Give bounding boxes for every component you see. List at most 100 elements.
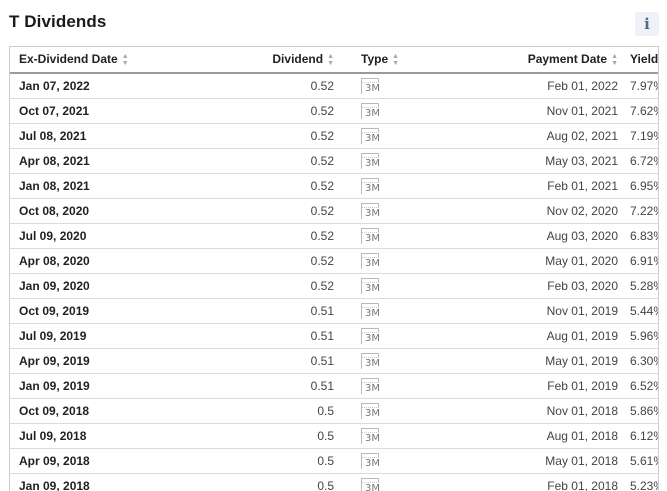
calendar-icon-side — [361, 282, 362, 294]
cell-payment-date: Aug 02, 2021 — [461, 124, 630, 149]
table-row: Jan 08, 20210.523MFeb 01, 20216.95% — [10, 174, 658, 199]
calendar-icon: 3M — [361, 228, 381, 245]
calendar-icon: 3M — [361, 103, 381, 120]
cell-ex-dividend-date: Jul 09, 2020 — [10, 224, 191, 249]
cell-dividend: 0.5 — [191, 399, 346, 424]
calendar-icon-side — [361, 382, 362, 394]
cell-payment-date: Aug 03, 2020 — [461, 224, 630, 249]
type-label: 3M — [365, 233, 380, 244]
column-header-dividend[interactable]: Dividend▲▼ — [191, 47, 346, 73]
column-header-type[interactable]: Type▲▼ — [346, 47, 461, 73]
cell-dividend: 0.5 — [191, 424, 346, 449]
cell-yield: 6.95% — [630, 174, 658, 199]
cell-payment-date: Nov 02, 2020 — [461, 199, 630, 224]
table-body: Jan 07, 20220.523MFeb 01, 20227.97%Oct 0… — [10, 73, 658, 491]
table-row: Oct 09, 20180.53MNov 01, 20185.86% — [10, 399, 658, 424]
cell-dividend: 0.51 — [191, 299, 346, 324]
sort-icon[interactable]: ▲▼ — [327, 53, 334, 67]
cell-yield: 7.97% — [630, 73, 658, 99]
type-label: 3M — [365, 183, 380, 194]
info-icon[interactable]: i — [635, 12, 659, 36]
cell-yield: 5.28% — [630, 274, 658, 299]
type-label: 3M — [365, 383, 380, 394]
page-title: T Dividends — [9, 12, 106, 32]
calendar-icon: 3M — [361, 253, 381, 270]
cell-payment-date: Feb 01, 2022 — [461, 73, 630, 99]
table-row: Apr 09, 20180.53MMay 01, 20185.61% — [10, 449, 658, 474]
calendar-icon: 3M — [361, 378, 381, 395]
cell-yield: 5.23% — [630, 474, 658, 491]
column-header-yield[interactable]: Yield▲▼ — [630, 47, 658, 73]
cell-type: 3M — [346, 149, 461, 174]
cell-dividend: 0.52 — [191, 199, 346, 224]
cell-ex-dividend-date: Apr 09, 2019 — [10, 349, 191, 374]
column-header-ex-dividend-date[interactable]: Ex-Dividend Date ▲▼ — [10, 47, 191, 73]
column-header-label: Payment Date — [528, 52, 607, 66]
calendar-icon: 3M — [361, 403, 381, 420]
cell-dividend: 0.52 — [191, 224, 346, 249]
calendar-icon: 3M — [361, 303, 381, 320]
dividends-table-container: Ex-Dividend Date ▲▼ Dividend▲▼ Type▲▼ Pay… — [9, 46, 659, 491]
cell-ex-dividend-date: Oct 07, 2021 — [10, 99, 191, 124]
sort-icon[interactable]: ▲▼ — [611, 53, 618, 67]
cell-dividend: 0.51 — [191, 349, 346, 374]
calendar-icon-side — [361, 107, 362, 119]
calendar-icon: 3M — [361, 203, 381, 220]
calendar-icon-side — [361, 182, 362, 194]
cell-payment-date: May 01, 2018 — [461, 449, 630, 474]
column-header-label: Yield — [630, 52, 658, 66]
cell-yield: 6.72% — [630, 149, 658, 174]
calendar-icon: 3M — [361, 428, 381, 445]
cell-type: 3M — [346, 299, 461, 324]
cell-payment-date: May 03, 2021 — [461, 149, 630, 174]
cell-payment-date: May 01, 2020 — [461, 249, 630, 274]
calendar-icon: 3M — [361, 78, 381, 95]
table-row: Jan 09, 20180.5 3M Feb 01, 20185.23% — [10, 474, 658, 491]
cell-payment-date: Feb 01, 2018 — [461, 474, 630, 491]
cell-yield: 6.30% — [630, 349, 658, 374]
cell-yield: 7.22% — [630, 199, 658, 224]
type-label: 3M — [365, 358, 380, 369]
table-row: Jul 09, 20200.52 3M Aug 03, 20206.83% — [10, 224, 658, 249]
table-row: Apr 08, 20210.523MMay 03, 20216.72% — [10, 149, 658, 174]
cell-dividend: 0.5 — [191, 474, 346, 491]
cell-yield: 6.83% — [630, 224, 658, 249]
cell-yield: 6.52% — [630, 374, 658, 399]
calendar-icon: 3M — [361, 453, 381, 470]
cell-ex-dividend-date: Apr 08, 2020 — [10, 249, 191, 274]
cell-type: 3M — [346, 349, 461, 374]
type-label: 3M — [365, 133, 380, 144]
calendar-icon-side — [361, 307, 362, 319]
cell-type: 3M — [346, 124, 461, 149]
type-label: 3M — [365, 158, 380, 169]
cell-payment-date: Nov 01, 2019 — [461, 299, 630, 324]
cell-dividend: 0.51 — [191, 324, 346, 349]
calendar-icon-side — [361, 357, 362, 369]
type-label: 3M — [365, 108, 380, 119]
cell-payment-date: Feb 01, 2021 — [461, 174, 630, 199]
calendar-icon: 3M — [361, 278, 381, 295]
calendar-icon-side — [361, 457, 362, 469]
cell-ex-dividend-date: Jan 09, 2018 — [10, 474, 191, 491]
type-label: 3M — [365, 308, 380, 319]
sort-icon[interactable]: ▲▼ — [392, 53, 399, 67]
calendar-icon-side — [361, 132, 362, 144]
type-label: 3M — [365, 333, 380, 344]
dividends-table: Ex-Dividend Date ▲▼ Dividend▲▼ Type▲▼ Pay… — [10, 47, 658, 491]
cell-type: 3M — [346, 224, 461, 249]
table-row: Jul 09, 20180.53MAug 01, 20186.12% — [10, 424, 658, 449]
cell-yield: 5.44% — [630, 299, 658, 324]
cell-dividend: 0.52 — [191, 174, 346, 199]
type-label: 3M — [365, 283, 380, 294]
sort-icon[interactable]: ▲▼ — [122, 53, 129, 67]
type-label: 3M — [365, 208, 380, 219]
cell-ex-dividend-date: Jan 07, 2022 — [10, 73, 191, 99]
cell-yield: 7.62% — [630, 99, 658, 124]
column-header-label: Ex-Dividend Date — [19, 52, 118, 66]
calendar-icon: 3M — [361, 478, 381, 491]
cell-payment-date: Nov 01, 2018 — [461, 399, 630, 424]
column-header-payment-date[interactable]: Payment Date ▲▼ — [461, 47, 630, 73]
calendar-icon: 3M — [361, 353, 381, 370]
calendar-icon: 3M — [361, 328, 381, 345]
cell-dividend: 0.52 — [191, 73, 346, 99]
